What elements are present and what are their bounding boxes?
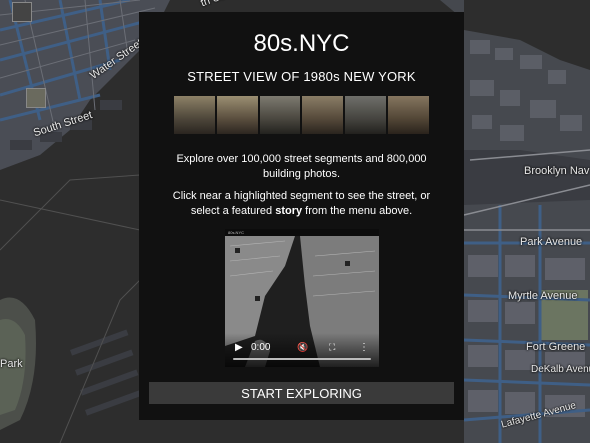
map-label-brooklyn-navy: Brooklyn Nav	[524, 165, 590, 177]
photo-pin[interactable]	[26, 88, 46, 108]
more-options-icon[interactable]: ⋮	[359, 342, 369, 353]
story-emphasis: story	[275, 205, 303, 217]
video-progress[interactable]	[233, 358, 371, 360]
map-label-park-avenue: Park Avenue	[520, 236, 583, 248]
site-subtitle: STREET VIEW OF 1980s NEW YORK	[187, 69, 416, 84]
map-label-park: Park	[0, 358, 23, 370]
site-title: 80s.NYC	[253, 30, 350, 57]
intro-video[interactable]: 80s.NYC ▶ 0:00 🔇 ⛶ ⋮	[225, 229, 379, 367]
video-time: 0:00	[251, 342, 271, 353]
intro-text: Explore over 100,000 street segments and…	[176, 153, 427, 180]
intro-panel: 80s.NYC STREET VIEW OF 1980s NEW YORK Ex…	[139, 12, 464, 420]
video-header-logo: 80s.NYC	[225, 229, 379, 236]
mute-icon[interactable]: 🔇	[297, 342, 308, 353]
street-photo-strip	[174, 96, 429, 134]
fullscreen-icon[interactable]: ⛶	[329, 342, 335, 353]
map-label-dekalb-avenue: DeKalb Avenue	[531, 364, 590, 375]
instruction-text-end: from the menu above.	[302, 205, 413, 217]
video-controls: ▶ 0:00 🔇 ⛶ ⋮	[225, 333, 379, 367]
map-label-fort-greene: Fort Greene	[526, 341, 586, 353]
play-icon[interactable]: ▶	[235, 342, 243, 353]
start-exploring-button[interactable]: START EXPLORING	[149, 382, 454, 404]
photo-pin[interactable]	[12, 2, 32, 22]
instruction-text: Click near a highlighted segment to see …	[159, 189, 444, 219]
map-label-myrtle-avenue: Myrtle Avenue	[508, 290, 578, 302]
